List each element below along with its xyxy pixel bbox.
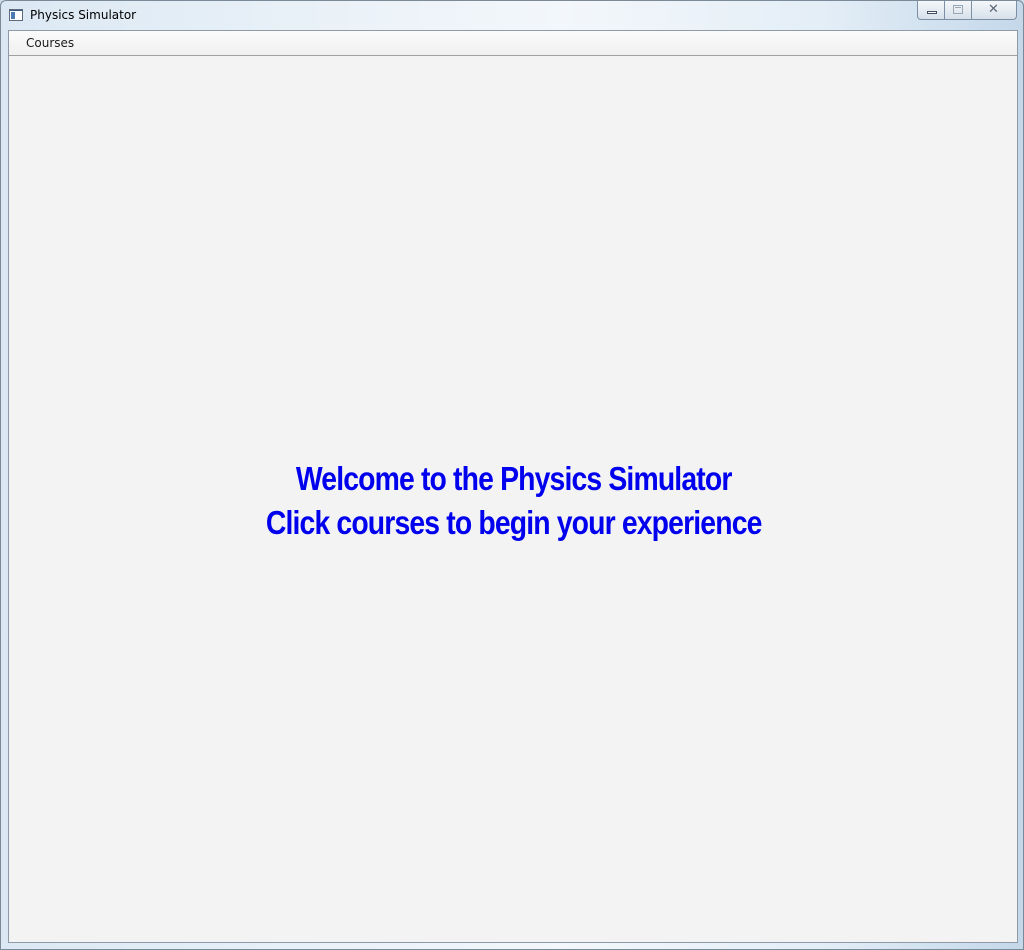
caption-buttons: ✕ xyxy=(917,1,1017,21)
minimize-icon xyxy=(927,11,937,14)
menu-courses[interactable]: Courses xyxy=(17,33,83,53)
app-window-icon[interactable] xyxy=(9,9,23,21)
welcome-message: Welcome to the Physics Simulator Click c… xyxy=(80,457,947,545)
minimize-button[interactable] xyxy=(917,1,945,20)
window-title: Physics Simulator xyxy=(30,8,137,22)
client-area: Courses Welcome to the Physics Simulator… xyxy=(8,30,1018,943)
title-bar[interactable]: Physics Simulator ✕ xyxy=(1,1,1023,30)
close-button[interactable]: ✕ xyxy=(972,1,1017,20)
app-window: Physics Simulator ✕ Courses Welcome to t… xyxy=(0,0,1024,950)
main-content: Welcome to the Physics Simulator Click c… xyxy=(9,56,1017,942)
menu-bar: Courses xyxy=(9,31,1017,56)
welcome-instruction: Click courses to begin your experience xyxy=(265,504,763,541)
welcome-heading: Welcome to the Physics Simulator xyxy=(295,460,732,497)
maximize-button[interactable] xyxy=(945,1,972,20)
close-icon: ✕ xyxy=(988,2,999,17)
maximize-icon xyxy=(953,5,963,14)
